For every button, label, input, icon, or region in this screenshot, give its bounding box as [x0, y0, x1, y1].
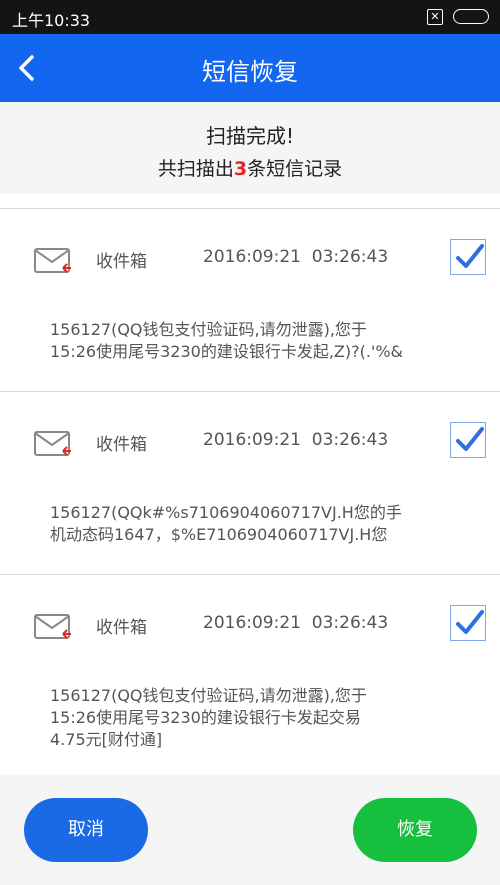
cancel-button[interactable]: 取消 [24, 798, 148, 862]
folder-label: 收件箱 [96, 252, 147, 272]
record-checkbox[interactable] [450, 605, 486, 641]
record-time: 2016:09:21 03:26:43 [203, 613, 389, 633]
sms-record[interactable]: 收件箱 2016:09:21 03:26:43 156127(QQ钱包支付验证码… [0, 208, 500, 391]
battery-icon [453, 9, 489, 24]
scan-summary: 扫描完成! 共扫描出3条短信记录 [0, 102, 500, 194]
message-line: 15:26使用尾号3230的建设银行卡发起交易 [50, 708, 361, 727]
record-time: 2016:09:21 03:26:43 [203, 430, 389, 450]
scan-count-text: 共扫描出3条短信记录 [0, 154, 500, 181]
message-body: 156127(QQ钱包支付验证码,请勿泄露),您于 15:26使用尾号3230的… [50, 685, 470, 751]
message-line: 156127(QQ钱包支付验证码,请勿泄露),您于 [50, 686, 367, 705]
record-time: 2016:09:21 03:26:43 [203, 247, 389, 267]
status-time: 上午10:33 [12, 11, 91, 30]
message-body: 156127(QQk#%s7106904060717VJ.H您的手 机动态码16… [50, 502, 470, 546]
sms-record[interactable]: 收件箱 2016:09:21 03:26:43 156127(QQ钱包支付验证码… [0, 574, 500, 775]
recover-button[interactable]: 恢复 [353, 798, 477, 862]
page-title: 短信恢复 [202, 58, 298, 86]
status-bar: 上午10:33 ✕ [0, 0, 500, 34]
folder-label: 收件箱 [96, 435, 147, 455]
message-line: 15:26使用尾号3230的建设银行卡发起,Z)?(.'%& [50, 342, 404, 361]
message-line: 156127(QQ钱包支付验证码,请勿泄露),您于 [50, 320, 367, 339]
folder-label: 收件箱 [96, 618, 147, 638]
inbox-mail-icon [33, 246, 73, 276]
scan-complete-title: 扫描完成! [205, 124, 295, 148]
sms-record[interactable]: 收件箱 2016:09:21 03:26:43 156127(QQk#%s710… [0, 391, 500, 574]
message-body: 156127(QQ钱包支付验证码,请勿泄露),您于 15:26使用尾号3230的… [50, 319, 470, 363]
action-footer: 取消 恢复 [0, 775, 500, 885]
inbox-mail-icon [33, 612, 73, 642]
inbox-mail-icon [33, 429, 73, 459]
count-prefix: 共扫描出 [157, 158, 234, 180]
count-suffix: 条短信记录 [247, 158, 343, 180]
record-checkbox[interactable] [450, 239, 486, 275]
record-checkbox[interactable] [450, 422, 486, 458]
sms-record-list: 收件箱 2016:09:21 03:26:43 156127(QQ钱包支付验证码… [0, 208, 500, 775]
app-bar: 短信恢复 [0, 34, 500, 102]
record-count: 3 [233, 158, 248, 180]
message-line: 4.75元[财付通] [50, 730, 163, 749]
message-line: 156127(QQk#%s7106904060717VJ.H您的手 [50, 503, 402, 522]
x-icon: ✕ [427, 9, 443, 25]
message-line: 机动态码1647，$%E7106904060717VJ.H您 [50, 525, 388, 544]
